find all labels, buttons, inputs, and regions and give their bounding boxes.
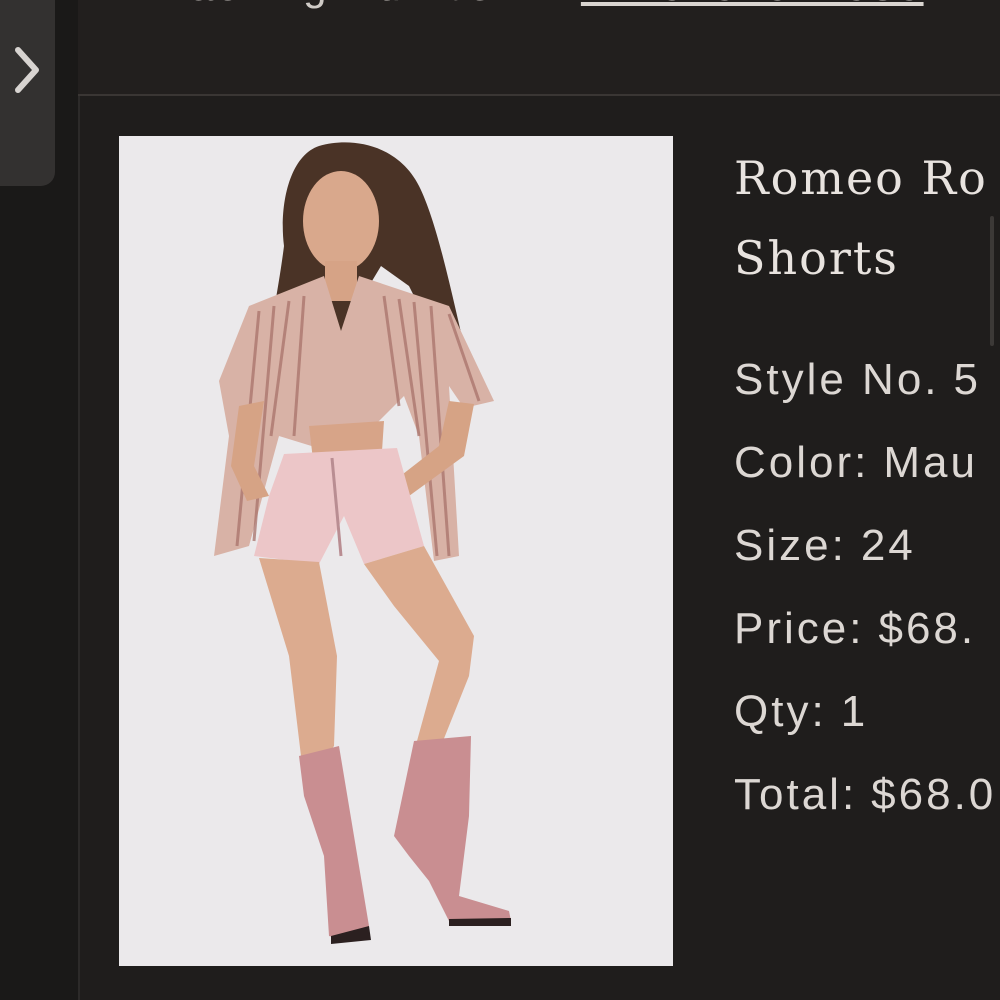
detail-style-number: Style No. 5 (734, 338, 1000, 421)
detail-quantity: Qty: 1 (734, 670, 1000, 753)
detail-label: Size: (734, 521, 847, 570)
detail-label: Color: (734, 438, 870, 487)
detail-label: Price: (734, 604, 865, 653)
detail-value: 5 (953, 355, 981, 404)
detail-value: 1 (840, 687, 869, 736)
tracking-bar: Tracking Number: 1218181812838 (78, 0, 1000, 96)
detail-label: Qty: (734, 687, 827, 736)
product-photo (119, 136, 673, 966)
detail-value: 24 (860, 521, 916, 570)
order-item-card: Romeo Ro Shorts Style No. 5 Color: Mau Siz… (80, 96, 1000, 1000)
detail-value: $68.0 (871, 770, 997, 819)
chevron-right-icon (15, 47, 39, 93)
sidebar-toggle-button[interactable] (0, 0, 55, 186)
product-details: Romeo Ro Shorts Style No. 5 Color: Mau Siz… (734, 138, 1000, 836)
detail-total: Total: $68.0 (734, 753, 1000, 836)
detail-value: Mau (883, 438, 978, 487)
product-photo-illustration (119, 136, 673, 966)
tracking-number-link[interactable]: 1218181812838 (581, 0, 924, 9)
product-name: Romeo Ro Shorts (734, 138, 1000, 298)
detail-list: Style No. 5 Color: Mau Size: 24 Price: $68. … (734, 338, 1000, 836)
tracking-label: Tracking Number: (146, 0, 526, 9)
product-name-line1: Romeo Ro (734, 151, 988, 205)
order-detail-page: Tracking Number: 1218181812838 (0, 0, 1000, 1000)
scrollbar[interactable] (990, 216, 994, 346)
tracking-info: Tracking Number: 1218181812838 (146, 0, 924, 10)
detail-label: Total: (734, 770, 858, 819)
detail-size: Size: 24 (734, 504, 1000, 587)
detail-value: $68. (878, 604, 977, 653)
product-name-line2: Shorts (734, 231, 899, 285)
detail-color: Color: Mau (734, 421, 1000, 504)
detail-price: Price: $68. (734, 587, 1000, 670)
detail-label: Style No. (734, 355, 940, 404)
